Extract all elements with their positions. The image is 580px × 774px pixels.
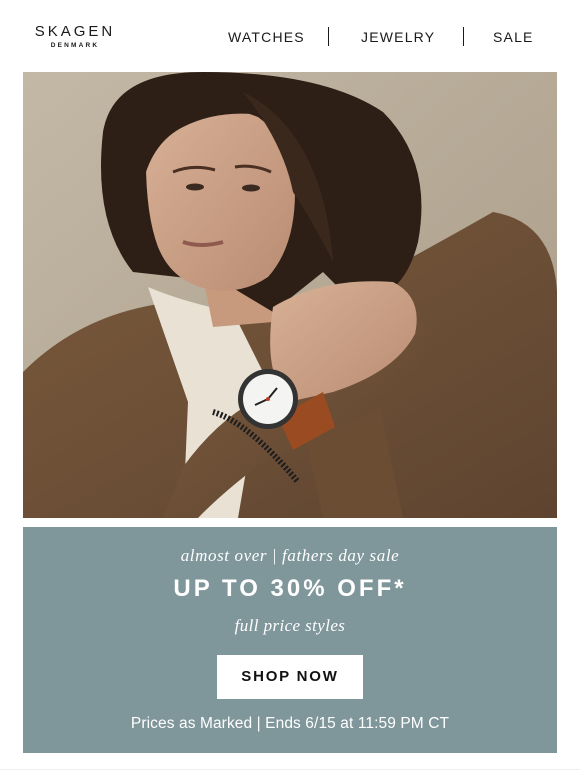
promo-headline: UP TO 30% OFF* — [173, 575, 407, 602]
email-header: SKAGEN DENMARK WATCHES JEWELRY SALE — [0, 0, 580, 72]
nav-item-jewelry[interactable]: JEWELRY — [361, 27, 435, 47]
promo-subheadline: full price styles — [234, 616, 346, 635]
promo-eyebrow: almost over | fathers day sale — [180, 546, 400, 565]
nav-item-sale[interactable]: SALE — [493, 27, 534, 47]
nav-item-watches[interactable]: WATCHES — [228, 27, 305, 47]
divider — [0, 769, 580, 770]
nav-divider — [328, 27, 329, 46]
nav-divider — [463, 27, 464, 46]
hero-image[interactable] — [23, 72, 557, 518]
man-wearing-watch-photo — [23, 72, 557, 518]
logo-subline: DENMARK — [50, 42, 100, 49]
promo-banner: almost over | fathers day sale UP TO 30%… — [23, 527, 557, 753]
promo-terms: Prices as Marked | Ends 6/15 at 11:59 PM… — [130, 715, 450, 732]
skagen-logo[interactable]: SKAGEN DENMARK — [30, 23, 120, 50]
shop-now-button[interactable]: SHOP NOW — [217, 655, 363, 699]
logo-wordmark: SKAGEN — [34, 23, 116, 40]
